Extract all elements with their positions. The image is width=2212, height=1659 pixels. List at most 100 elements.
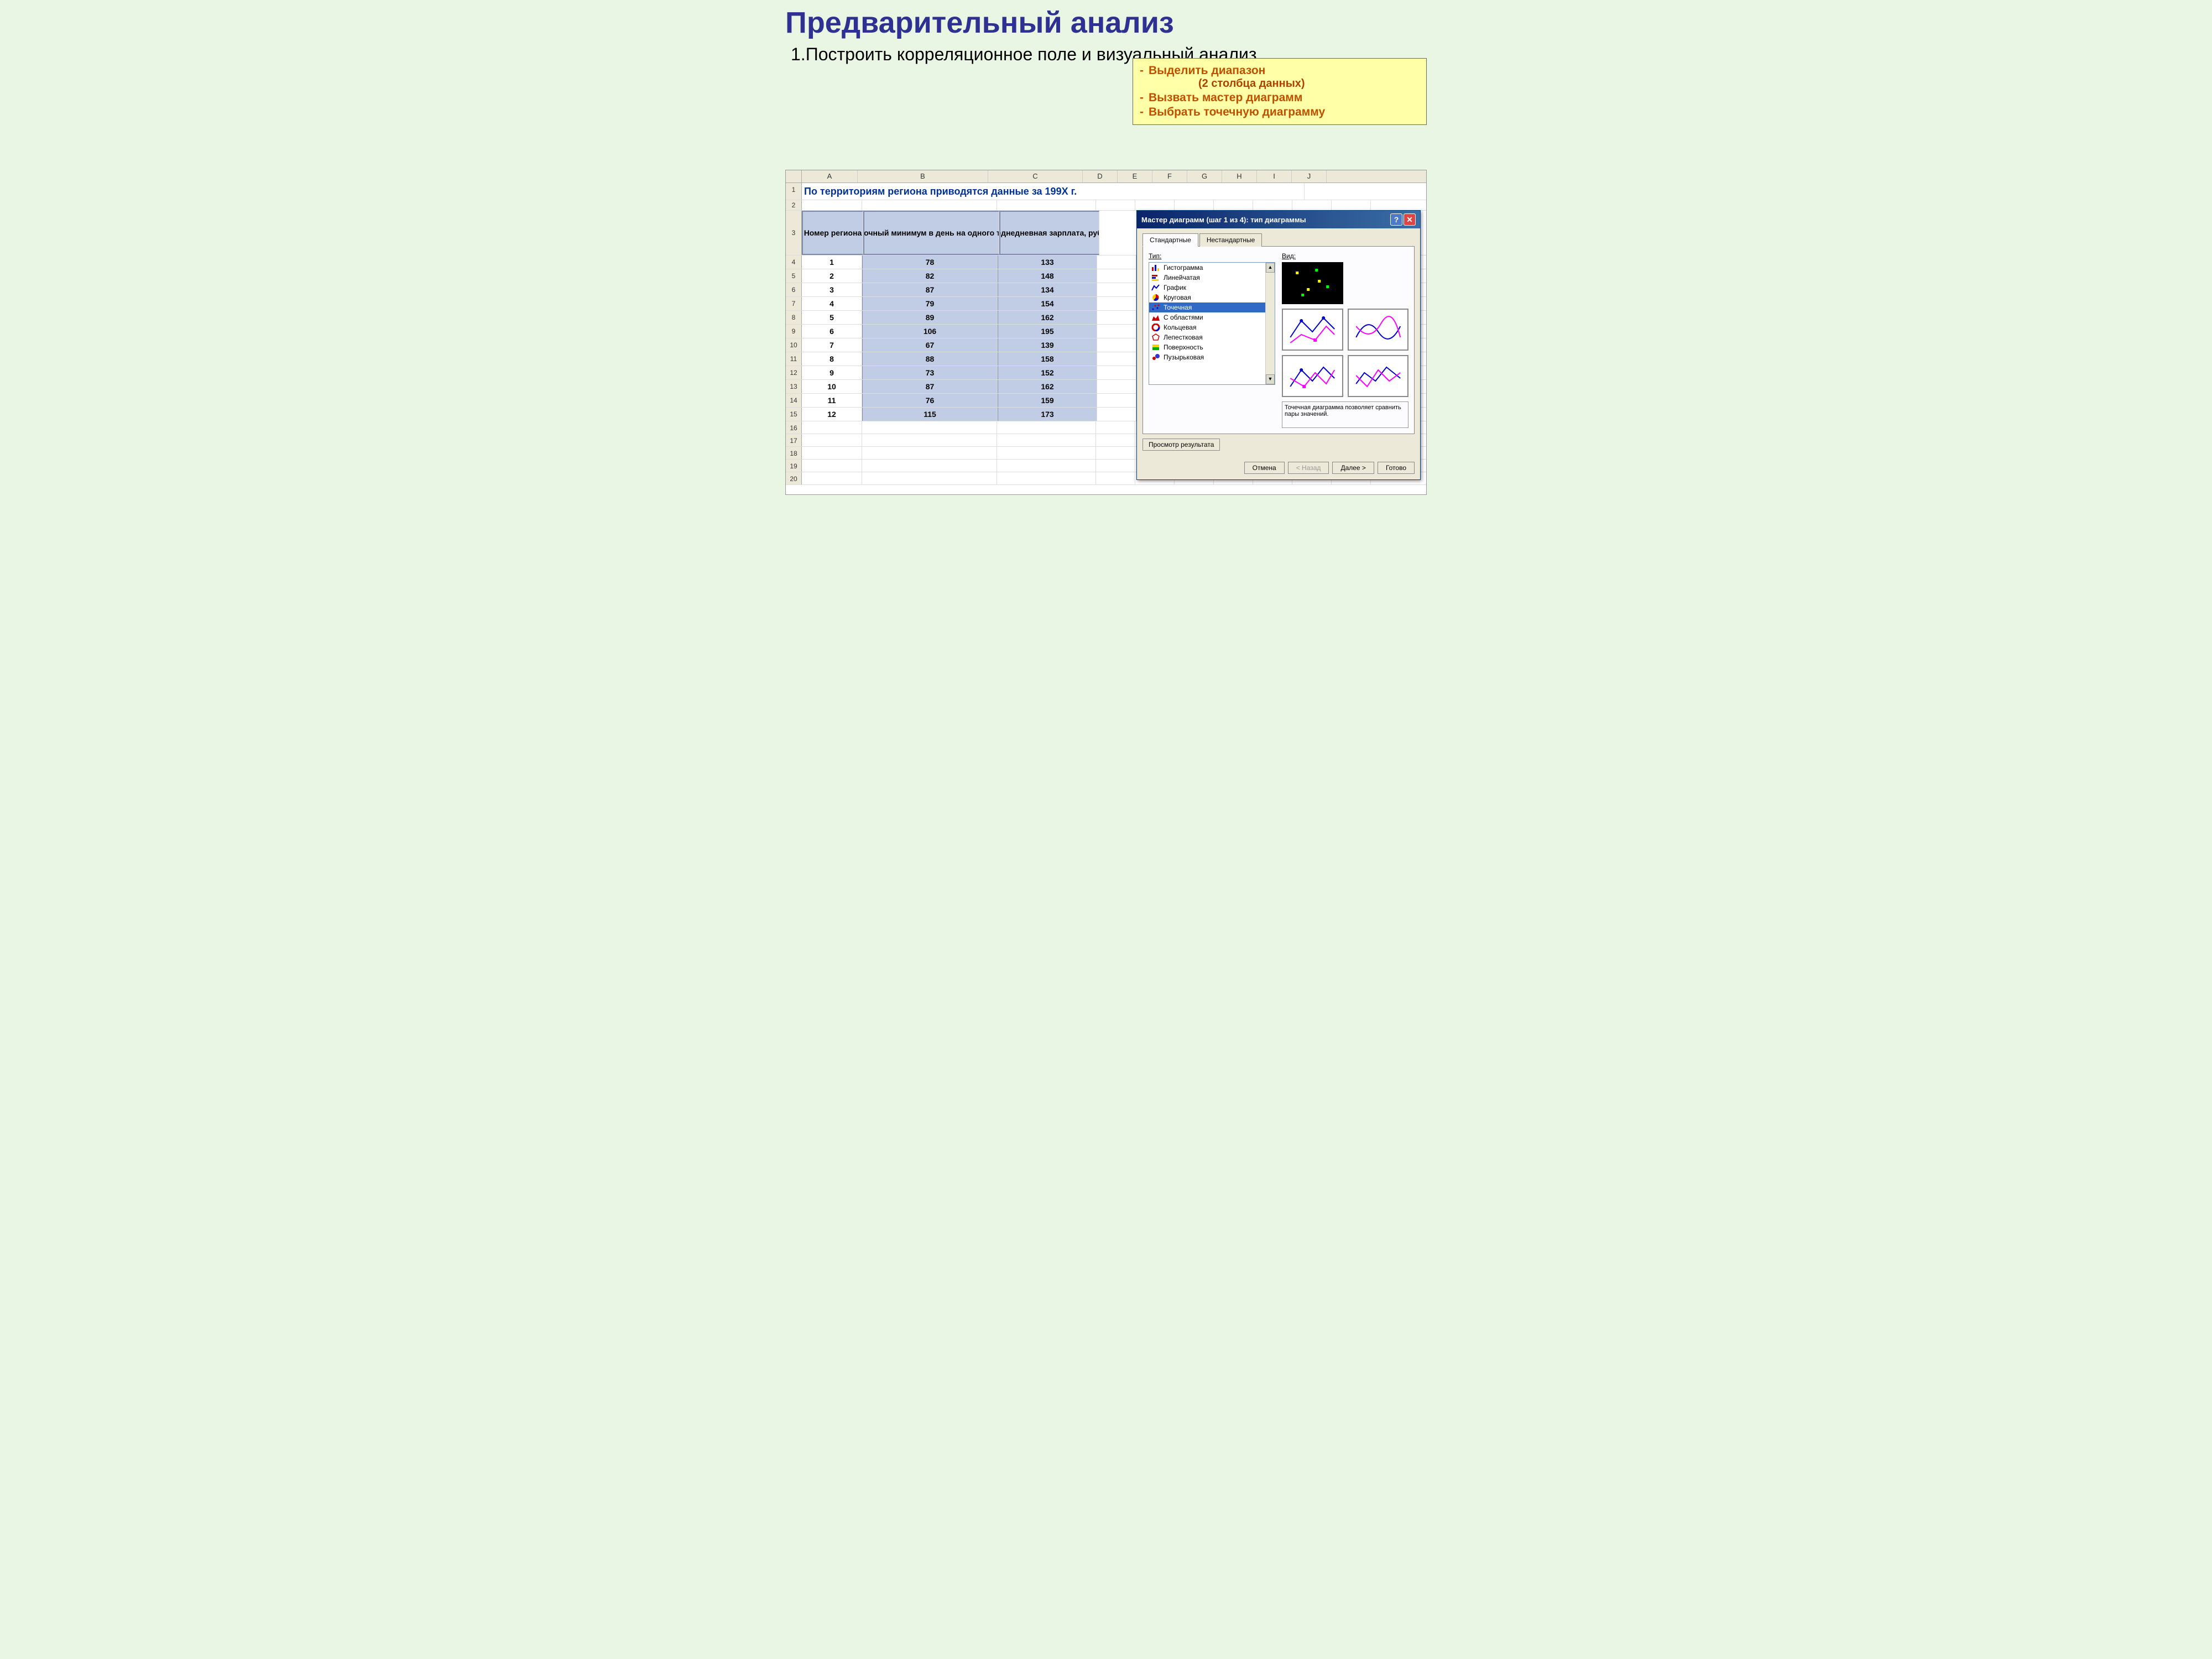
cell-y[interactable]: 158 — [998, 352, 1097, 366]
chart-type-item[interactable]: Гистограмма — [1149, 263, 1275, 273]
cell-region[interactable]: 12 — [802, 408, 862, 421]
chart-type-item[interactable]: Поверхность — [1149, 342, 1275, 352]
col-C[interactable]: C — [988, 170, 1083, 182]
subtype-scatter-lines-3[interactable] — [1348, 355, 1409, 397]
row-header[interactable]: 6 — [786, 283, 802, 296]
row-header[interactable]: 11 — [786, 352, 802, 366]
row-header[interactable]: 4 — [786, 255, 802, 269]
subtype-scatter-lines-2[interactable] — [1282, 355, 1343, 397]
cell-x[interactable]: 82 — [862, 269, 998, 283]
cell-region[interactable]: 10 — [802, 380, 862, 393]
chart-type-item[interactable]: С областями — [1149, 312, 1275, 322]
cell-region[interactable]: 8 — [802, 352, 862, 366]
cell-region[interactable]: 9 — [802, 366, 862, 379]
close-button[interactable]: ✕ — [1404, 213, 1416, 226]
cell-region[interactable]: 6 — [802, 325, 862, 338]
chart-type-item[interactable]: Пузырьковая — [1149, 352, 1275, 362]
scroll-down-icon[interactable]: ▼ — [1266, 374, 1275, 384]
cell-y[interactable]: 152 — [998, 366, 1097, 379]
header-x[interactable]: Среднедушевой прожиточный минимум в день… — [863, 211, 999, 255]
col-H[interactable]: H — [1222, 170, 1257, 182]
row-header[interactable]: 12 — [786, 366, 802, 379]
col-I[interactable]: I — [1257, 170, 1292, 182]
sheet-title-cell[interactable]: По территориям региона приводятся данные… — [802, 183, 1305, 200]
row-header-1[interactable]: 1 — [786, 183, 802, 200]
row-header[interactable]: 14 — [786, 394, 802, 407]
back-button[interactable]: < Назад — [1288, 462, 1329, 474]
cell-x[interactable]: 73 — [862, 366, 998, 379]
cell-y[interactable]: 139 — [998, 338, 1097, 352]
cell-y[interactable]: 173 — [998, 408, 1097, 421]
row-header[interactable]: 5 — [786, 269, 802, 283]
cell-x[interactable]: 115 — [862, 408, 998, 421]
cancel-button[interactable]: Отмена — [1244, 462, 1285, 474]
cell-x[interactable]: 89 — [862, 311, 998, 324]
row-header[interactable]: 18 — [786, 447, 802, 459]
col-J[interactable]: J — [1292, 170, 1327, 182]
chart-type-item[interactable]: Точечная — [1149, 302, 1275, 312]
cell-region[interactable]: 5 — [802, 311, 862, 324]
row-header-2[interactable]: 2 — [786, 200, 802, 210]
subtype-scatter-points[interactable] — [1282, 262, 1343, 304]
col-A[interactable]: A — [802, 170, 858, 182]
next-button[interactable]: Далее > — [1332, 462, 1374, 474]
row-header[interactable]: 10 — [786, 338, 802, 352]
chart-type-item[interactable]: Круговая — [1149, 293, 1275, 302]
preview-result-button[interactable]: Просмотр результата — [1142, 439, 1220, 451]
row-header[interactable]: 16 — [786, 421, 802, 434]
row-header[interactable]: 13 — [786, 380, 802, 393]
chart-type-item[interactable]: Лепестковая — [1149, 332, 1275, 342]
col-G[interactable]: G — [1187, 170, 1222, 182]
col-B[interactable]: B — [858, 170, 988, 182]
row-header[interactable]: 8 — [786, 311, 802, 324]
cell-region[interactable]: 4 — [802, 297, 862, 310]
cell-x[interactable]: 67 — [862, 338, 998, 352]
row-header[interactable]: 19 — [786, 460, 802, 472]
cell-region[interactable]: 2 — [802, 269, 862, 283]
chart-type-item[interactable]: График — [1149, 283, 1275, 293]
row-header[interactable]: 17 — [786, 434, 802, 446]
cell-y[interactable]: 159 — [998, 394, 1097, 407]
finish-button[interactable]: Готово — [1378, 462, 1415, 474]
subtype-scatter-smooth-1[interactable] — [1348, 309, 1409, 351]
cell-y[interactable]: 154 — [998, 297, 1097, 310]
row-header[interactable]: 20 — [786, 472, 802, 484]
wizard-titlebar[interactable]: Мастер диаграмм (шаг 1 из 4): тип диагра… — [1137, 211, 1420, 228]
row-header[interactable]: 7 — [786, 297, 802, 310]
cell-region[interactable]: 7 — [802, 338, 862, 352]
col-D[interactable]: D — [1083, 170, 1118, 182]
help-button[interactable]: ? — [1390, 213, 1402, 226]
tab-custom[interactable]: Нестандартные — [1199, 233, 1262, 247]
col-F[interactable]: F — [1152, 170, 1187, 182]
row-header[interactable]: 9 — [786, 325, 802, 338]
cell-x[interactable]: 79 — [862, 297, 998, 310]
cell-y[interactable]: 162 — [998, 311, 1097, 324]
cell-region[interactable]: 1 — [802, 255, 862, 269]
scrollbar[interactable]: ▲ ▼ — [1265, 263, 1275, 384]
tab-standard[interactable]: Стандартные — [1142, 233, 1198, 247]
cell-x[interactable]: 76 — [862, 394, 998, 407]
chart-type-list[interactable]: ГистограммаЛинейчатаяГрафикКруговаяТочеч… — [1149, 262, 1275, 385]
scroll-up-icon[interactable]: ▲ — [1266, 263, 1275, 273]
cell-x[interactable]: 87 — [862, 283, 998, 296]
cell-region[interactable]: 11 — [802, 394, 862, 407]
cell-y[interactable]: 133 — [998, 255, 1097, 269]
header-region[interactable]: Номер региона — [802, 211, 863, 255]
row-header-3[interactable]: 3 — [786, 211, 802, 255]
cell-x[interactable]: 78 — [862, 255, 998, 269]
cell-y[interactable]: 195 — [998, 325, 1097, 338]
chart-type-icon — [1151, 294, 1160, 301]
chart-type-item[interactable]: Кольцевая — [1149, 322, 1275, 332]
cell-x[interactable]: 87 — [862, 380, 998, 393]
cell-region[interactable]: 3 — [802, 283, 862, 296]
cell-x[interactable]: 106 — [862, 325, 998, 338]
cell-x[interactable]: 88 — [862, 352, 998, 366]
cell-y[interactable]: 148 — [998, 269, 1097, 283]
row-header[interactable]: 15 — [786, 408, 802, 421]
cell-y[interactable]: 134 — [998, 283, 1097, 296]
chart-type-item[interactable]: Линейчатая — [1149, 273, 1275, 283]
subtype-scatter-lines-1[interactable] — [1282, 309, 1343, 351]
cell-y[interactable]: 162 — [998, 380, 1097, 393]
col-E[interactable]: E — [1118, 170, 1152, 182]
header-y[interactable]: Среднедневная зарплата, руб., y — [999, 211, 1099, 255]
